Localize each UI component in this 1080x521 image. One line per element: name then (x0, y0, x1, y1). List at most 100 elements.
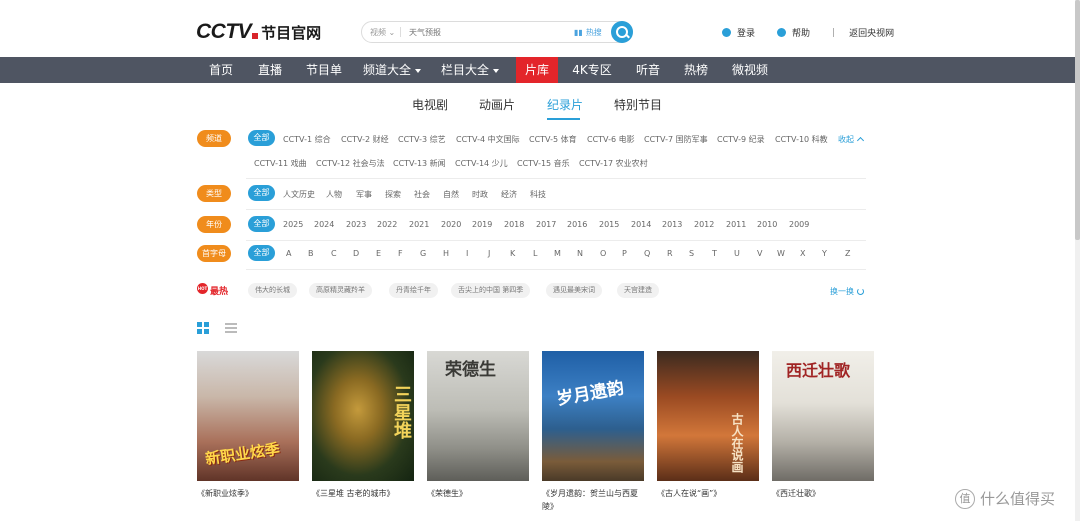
search-input[interactable] (409, 27, 569, 37)
filter-year-option[interactable]: 2019 (472, 220, 492, 229)
filter-letter-option[interactable]: M (554, 249, 561, 258)
filter-year-option[interactable]: 2016 (567, 220, 587, 229)
filter-year-option[interactable]: 2021 (409, 220, 429, 229)
filter-letter-option[interactable]: K (510, 249, 515, 258)
nav-item-4k[interactable]: 4K专区 (566, 57, 618, 83)
poster-title[interactable]: 《荣德生》 (427, 487, 529, 500)
filter-year-option[interactable]: 2011 (726, 220, 746, 229)
poster-image[interactable]: 新职业炫季 (197, 351, 299, 481)
collapse-button[interactable]: 收起 (838, 134, 865, 145)
filter-letter-option[interactable]: O (600, 249, 606, 258)
filter-letter-option[interactable]: P (622, 249, 627, 258)
page-scrollbar-thumb[interactable] (1075, 0, 1080, 240)
filter-letter-option[interactable]: D (353, 249, 359, 258)
filter-channel-option[interactable]: CCTV-12 社会与法 (316, 158, 385, 169)
poster-card[interactable]: 西迁壮歌 《西迁壮歌》 (772, 351, 874, 500)
hot-search-label[interactable]: 热搜 (586, 27, 602, 38)
filter-letter-option[interactable]: Z (845, 249, 850, 258)
nav-item-microvideo[interactable]: 微视频 (726, 57, 774, 83)
filter-letter-option[interactable]: H (443, 249, 449, 258)
filter-year-option[interactable]: 2010 (757, 220, 777, 229)
filter-channel-option[interactable]: CCTV-14 少儿 (455, 158, 508, 169)
filter-channel-option[interactable]: CCTV-11 戏曲 (254, 158, 307, 169)
filter-year-option[interactable]: 2023 (346, 220, 366, 229)
filter-year-option[interactable]: 2022 (377, 220, 397, 229)
filter-letter-option[interactable]: F (398, 249, 403, 258)
back-to-cctv-link[interactable]: 返回央视网 (849, 26, 894, 39)
nav-item-library[interactable]: 片库 (516, 57, 558, 83)
filter-letter-option[interactable]: C (331, 249, 337, 258)
nav-item-schedule[interactable]: 节目单 (300, 57, 348, 83)
subtab-animation[interactable]: 动画片 (479, 96, 515, 113)
hot-tag[interactable]: 伟大的长城 (248, 283, 297, 298)
filter-channel-option[interactable]: CCTV-17 农业农村 (579, 158, 648, 169)
poster-image[interactable]: 三星堆 (312, 351, 414, 481)
filter-letter-option[interactable]: Y (822, 249, 827, 258)
filter-year-option[interactable]: 2013 (662, 220, 682, 229)
nav-item-hotlist[interactable]: 热榜 (676, 57, 716, 83)
filter-channel-option[interactable]: CCTV-15 音乐 (517, 158, 570, 169)
poster-title[interactable]: 《古人在说“画”》 (657, 487, 759, 500)
filter-letter-option[interactable]: U (734, 249, 740, 258)
filter-type-all[interactable]: 全部 (248, 185, 275, 201)
filter-channel-option[interactable]: CCTV-10 科教 (775, 134, 828, 145)
filter-letter-option[interactable]: Q (644, 249, 650, 258)
filter-type-option[interactable]: 军事 (356, 189, 372, 200)
filter-channel-option[interactable]: CCTV-3 综艺 (398, 134, 446, 145)
nav-item-columns[interactable]: 栏目大全 (438, 57, 502, 83)
poster-image[interactable]: 古人在说画 (657, 351, 759, 481)
filter-channel-all[interactable]: 全部 (248, 130, 275, 146)
filter-letter-all[interactable]: 全部 (248, 245, 275, 261)
filter-year-option[interactable]: 2017 (536, 220, 556, 229)
filter-type-option[interactable]: 经济 (501, 189, 517, 200)
filter-year-option[interactable]: 2014 (631, 220, 651, 229)
poster-card[interactable]: 新职业炫季 《新职业炫季》 (197, 351, 299, 500)
filter-type-option[interactable]: 探索 (385, 189, 401, 200)
search-type-select[interactable]: 视频 ⌄ (362, 27, 400, 38)
filter-type-option[interactable]: 科技 (530, 189, 546, 200)
filter-letter-option[interactable]: X (800, 249, 805, 258)
filter-channel-option[interactable]: CCTV-1 综合 (283, 134, 331, 145)
filter-year-all[interactable]: 全部 (248, 216, 275, 232)
grid-view-icon[interactable] (197, 322, 209, 334)
poster-title[interactable]: 《西迁壮歌》 (772, 487, 874, 500)
filter-year-option[interactable]: 2012 (694, 220, 714, 229)
filter-letter-option[interactable]: E (376, 249, 381, 258)
poster-title[interactable]: 《岁月遗韵：贺兰山与西夏陵》 (542, 487, 644, 513)
nav-item-live[interactable]: 直播 (249, 57, 291, 83)
filter-letter-option[interactable]: B (308, 249, 314, 258)
filter-letter-option[interactable]: N (577, 249, 583, 258)
filter-year-option[interactable]: 2018 (504, 220, 524, 229)
nav-item-home[interactable]: 首页 (200, 57, 242, 83)
hot-tag[interactable]: 舌尖上的中国 第四季 (451, 283, 531, 298)
filter-channel-option[interactable]: CCTV-13 新闻 (393, 158, 446, 169)
poster-image[interactable]: 荣德生 (427, 351, 529, 481)
help-link[interactable]: 帮助 (792, 26, 810, 39)
hot-tag[interactable]: 天宫建造 (617, 283, 659, 298)
filter-letter-option[interactable]: T (712, 249, 717, 258)
subtab-special[interactable]: 特别节目 (614, 96, 662, 113)
poster-title[interactable]: 《新职业炫季》 (197, 487, 299, 500)
poster-card[interactable]: 荣德生 《荣德生》 (427, 351, 529, 500)
filter-letter-option[interactable]: J (488, 249, 490, 258)
filter-year-option[interactable]: 2015 (599, 220, 619, 229)
filter-year-option[interactable]: 2024 (314, 220, 334, 229)
filter-letter-option[interactable]: G (420, 249, 426, 258)
filter-year-option[interactable]: 2009 (789, 220, 809, 229)
filter-letter-option[interactable]: L (533, 249, 537, 258)
site-logo[interactable]: CCTV 节目官网 (196, 20, 321, 44)
filter-channel-option[interactable]: CCTV-5 体育 (529, 134, 577, 145)
refresh-button[interactable]: 换一换 (830, 286, 864, 297)
filter-type-option[interactable]: 人物 (326, 189, 342, 200)
filter-type-option[interactable]: 自然 (443, 189, 459, 200)
login-link[interactable]: 登录 (737, 26, 755, 39)
filter-type-option[interactable]: 社会 (414, 189, 430, 200)
filter-letter-option[interactable]: R (667, 249, 673, 258)
filter-year-option[interactable]: 2025 (283, 220, 303, 229)
poster-card[interactable]: 三星堆 《三星堆 古老的城市》 (312, 351, 414, 500)
filter-letter-option[interactable]: W (777, 249, 785, 258)
filter-year-option[interactable]: 2020 (441, 220, 461, 229)
poster-card[interactable]: 岁月遗韵 《岁月遗韵：贺兰山与西夏陵》 (542, 351, 644, 513)
filter-channel-option[interactable]: CCTV-4 中文国际 (456, 134, 520, 145)
poster-card[interactable]: 古人在说画 《古人在说“画”》 (657, 351, 759, 500)
